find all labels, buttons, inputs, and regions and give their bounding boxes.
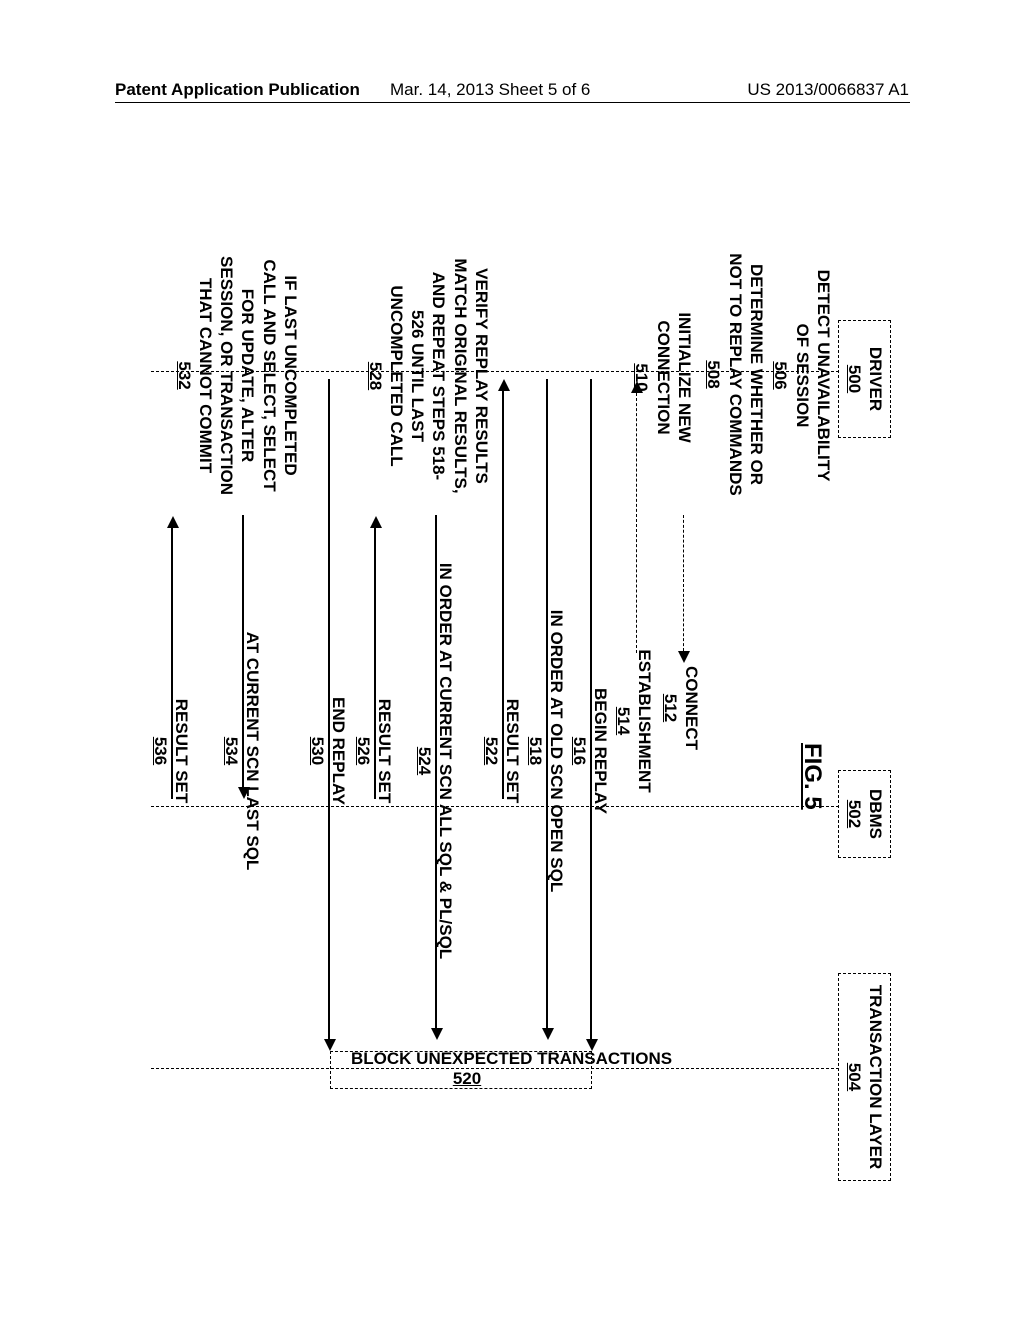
step-verify: VERIFY REPLAY RESULTS MATCH ORIGINAL RES…: [365, 258, 493, 494]
dbms-box: DBMS 502: [839, 770, 892, 858]
step-detect: DETECT UNAVAILABILITY OF SESSION 506: [770, 258, 834, 493]
driver-box: DRIVER 500: [839, 320, 892, 438]
msg-in-order-all: IN ORDER AT CURRENT SCN ALL SQL & PL/SQL…: [414, 563, 457, 959]
step-determine: DETERMINE WHETHER OR NOT TO REPLAY COMMA…: [703, 252, 767, 497]
msg-result-3: RESULT SET 536: [150, 699, 193, 804]
header-center: Mar. 14, 2013 Sheet 5 of 6: [390, 80, 590, 100]
msg-connect: CONNECT 512: [660, 666, 703, 750]
msg-begin-replay: BEGIN REPLAY 516: [569, 688, 612, 814]
transaction-layer-box: TRANSACTION LAYER 504: [839, 973, 892, 1181]
step-init: INITIALIZE NEW CONNECTION 510: [631, 253, 695, 502]
tl-bar-label: BLOCK UNEXPECTED TRANSACTIONS 520: [351, 1049, 583, 1089]
step-lastcall: IF LAST UNCOMPLETED CALL AND SELECT, SEL…: [174, 251, 302, 500]
header-rule: [115, 102, 910, 103]
msg-in-order-open: IN ORDER AT OLD SCN OPEN SQL 518: [525, 610, 568, 892]
msg-establishment: ESTABLISHMENT 514: [613, 649, 656, 792]
header-right: US 2013/0066837 A1: [747, 80, 909, 100]
header-left: Patent Application Publication: [115, 80, 360, 100]
msg-end-replay: END REPLAY 530: [307, 697, 350, 805]
msg-result-2: RESULT SET 526: [353, 699, 396, 804]
msg-at-current: AT CURRENT SCN LAST SQL 534: [221, 632, 264, 871]
sequence-diagram: FIG. 5 DRIVER 500 DBMS 502 TRANSACTION L…: [137, 273, 887, 1173]
msg-result-1: RESULT SET 522: [481, 699, 524, 804]
figure-label: FIG. 5: [797, 743, 827, 810]
